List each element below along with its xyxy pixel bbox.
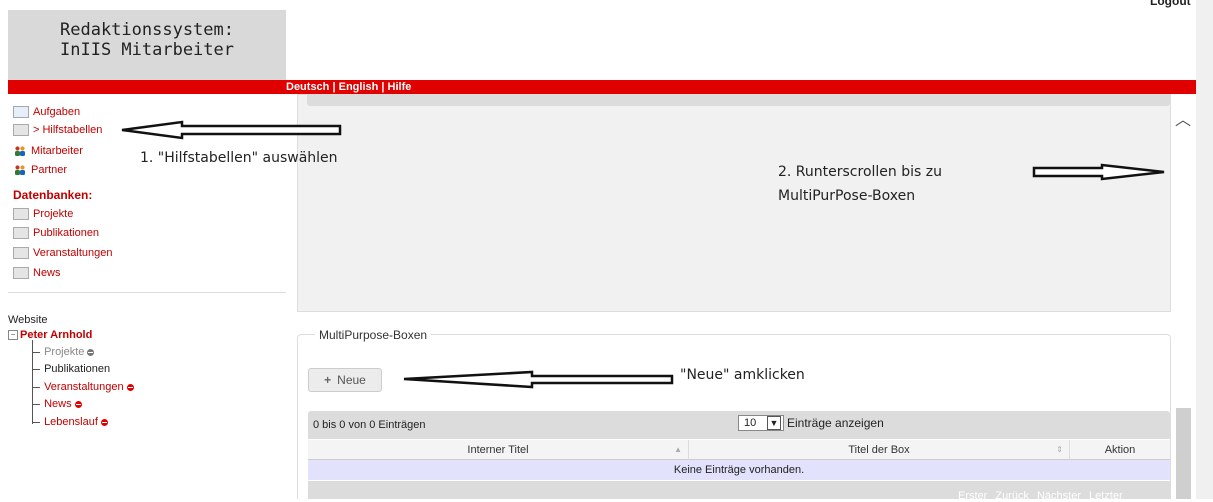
plus-icon: +	[324, 373, 332, 387]
sidebar-item-news[interactable]: News	[13, 264, 61, 282]
scrollbar-track[interactable]	[1196, 0, 1213, 499]
tree-root-label: Peter Arnhold	[20, 329, 93, 341]
arrow-right-icon	[1032, 163, 1166, 181]
pager-first[interactable]: Erster	[958, 490, 987, 502]
tree-item-label: Projekte	[44, 346, 85, 358]
sort-asc-icon: ▲	[674, 445, 682, 454]
table-icon	[13, 247, 29, 259]
arrow-left-icon	[402, 369, 674, 389]
column-header-titel-der-box[interactable]: Titel der Box ⇕	[688, 440, 1069, 460]
table-icon	[13, 124, 29, 136]
lang-separator: |	[378, 81, 388, 93]
tree-item-projekte[interactable]: Projekte	[33, 346, 95, 358]
multipurpose-legend: MultiPurpose-Boxen	[315, 328, 432, 342]
pager-next[interactable]: Nächster	[1037, 490, 1081, 502]
databases-heading: Datenbanken:	[13, 188, 93, 202]
table-icon	[13, 227, 29, 239]
tree-item-label: Lebenslauf	[44, 416, 98, 428]
sidebar-item-label: Mitarbeiter	[31, 145, 83, 157]
tree-item-label: News	[44, 398, 72, 410]
scrollbar-thumb[interactable]	[1176, 408, 1191, 499]
chevron-down-icon: ▼	[767, 416, 781, 430]
annotation-step3: "Neue" amklicken	[680, 367, 805, 383]
app-title: Redaktionssystem: InIIS Mitarbeiter	[8, 10, 286, 80]
sidebar-item-label: Projekte	[33, 208, 74, 220]
lang-english-link[interactable]: English	[339, 81, 379, 93]
lang-separator: |	[329, 81, 339, 93]
sidebar-item-veranstaltungen[interactable]: Veranstaltungen	[13, 244, 113, 262]
app-title-line1: Redaktionssystem:	[60, 20, 234, 40]
column-header-aktion: Aktion	[1069, 440, 1170, 460]
status-icon	[100, 418, 108, 426]
tree-item-label: Veranstaltungen	[44, 381, 124, 393]
sidebar-item-publikationen[interactable]: Publikationen	[13, 224, 99, 242]
sidebar-item-projekte[interactable]: Projekte	[13, 205, 73, 223]
sidebar-item-label: Publikationen	[33, 227, 100, 239]
pager-prev[interactable]: Zurück	[995, 490, 1029, 502]
table-icon	[13, 208, 29, 220]
page-size-value: 10	[744, 417, 757, 429]
pager-last[interactable]: Letzter	[1089, 490, 1123, 502]
logout-link[interactable]: Logout	[1150, 0, 1191, 12]
empty-row: Keine Einträge vorhanden.	[308, 460, 1170, 480]
page-size-control: 10 ▼ Einträge anzeigen	[738, 415, 884, 431]
sidebar-item-label: > Hilfstabellen	[33, 124, 103, 136]
tree-root[interactable]: − Peter Arnhold	[8, 329, 92, 341]
annotation-step2-line1: 2. Runterscrollen bis zu	[778, 164, 942, 180]
page-size-select[interactable]: 10 ▼	[738, 415, 784, 431]
annotation-step1: 1. "Hilfstabellen" auswählen	[140, 150, 338, 166]
envelope-icon	[13, 106, 29, 118]
tree-item-publikationen[interactable]: Publikationen	[33, 363, 110, 375]
annotation-step2-line2: MultiPurPose-Boxen	[778, 188, 916, 204]
language-bar	[8, 80, 1196, 94]
language-links: Deutsch | English | Hilfe	[286, 80, 411, 94]
status-icon	[126, 383, 134, 391]
sidebar-item-mitarbeiter[interactable]: Mitarbeiter	[13, 142, 83, 160]
sidebar-item-aufgaben[interactable]: Aufgaben	[13, 103, 80, 121]
sidebar-item-label: News	[33, 267, 61, 279]
content-panel	[297, 94, 1171, 312]
collapse-icon[interactable]: −	[8, 330, 18, 341]
sidebar-divider	[8, 292, 286, 293]
sidebar-item-hilfstabellen[interactable]: > Hilfstabellen	[13, 121, 102, 139]
tree-item-lebenslauf[interactable]: Lebenslauf	[33, 416, 108, 428]
tree-item-label: Publikationen	[44, 363, 111, 375]
sort-icon: ⇕	[1056, 445, 1063, 454]
status-icon	[74, 400, 82, 408]
table-info: 0 bis 0 von 0 Einträgen	[313, 419, 426, 431]
table-icon	[13, 267, 29, 279]
tree-title: Website	[8, 314, 48, 326]
arrow-left-icon	[120, 120, 342, 140]
status-icon	[87, 348, 95, 356]
people-icon	[15, 165, 25, 175]
app-title-line2: InIIS Mitarbeiter	[60, 40, 234, 60]
column-header-interner-titel[interactable]: Interner Titel ▲	[308, 440, 688, 460]
column-header-label: Aktion	[1104, 443, 1136, 456]
sidebar-item-partner[interactable]: Partner	[13, 161, 67, 179]
column-header-label: Titel der Box	[848, 443, 910, 456]
tree-item-news[interactable]: News	[33, 398, 82, 410]
new-box-label: Neue	[337, 373, 366, 387]
sidebar-item-label: Aufgaben	[33, 106, 81, 118]
page-size-label: Einträge anzeigen	[787, 416, 884, 430]
people-icon	[15, 146, 25, 156]
scroll-up-icon[interactable]: ︿	[1174, 112, 1192, 130]
header-area	[286, 10, 1196, 80]
help-link[interactable]: Hilfe	[388, 81, 412, 93]
sidebar-item-label: Veranstaltungen	[33, 247, 113, 259]
new-box-button[interactable]: + Neue	[308, 368, 382, 392]
sidebar-item-label: Partner	[31, 164, 68, 176]
column-header-label: Interner Titel	[467, 443, 529, 456]
tree-item-veranstaltungen[interactable]: Veranstaltungen	[33, 381, 134, 393]
panel-toolbar	[307, 94, 1170, 106]
lang-deutsch-link[interactable]: Deutsch	[286, 81, 329, 93]
pagination: Erster Zurück Nächster Letzter	[950, 490, 1123, 502]
